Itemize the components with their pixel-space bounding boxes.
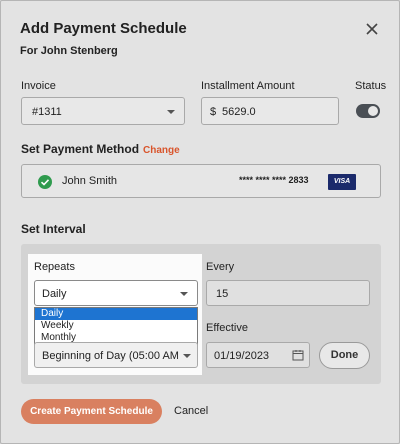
effective-time-select[interactable]: Beginning of Day (05:00 AM (34, 342, 198, 368)
create-payment-schedule-button[interactable]: Create Payment Schedule (21, 399, 162, 424)
customer-subtitle: For John Stenberg (20, 45, 118, 57)
repeats-label: Repeats (34, 261, 75, 273)
payment-method-title: Set Payment Method (21, 142, 140, 156)
repeats-select[interactable]: Daily (34, 280, 198, 306)
effective-date-value: 01/19/2023 (214, 350, 270, 362)
effective-date-input[interactable]: 01/19/2023 (206, 342, 310, 368)
card-number: **** **** **** 2833 (239, 175, 309, 185)
close-icon[interactable] (362, 19, 382, 39)
effective-label: Effective (206, 322, 248, 334)
payment-method-card[interactable]: John Smith **** **** **** 2833 VISA (21, 164, 381, 198)
repeats-value: Daily (42, 288, 67, 300)
chevron-down-icon (183, 354, 191, 358)
currency-symbol: $ (210, 106, 217, 118)
status-label: Status (355, 80, 387, 92)
invoice-select[interactable]: #1311 (21, 97, 185, 125)
change-payment-link[interactable]: Change (143, 145, 180, 156)
every-label: Every (206, 261, 235, 273)
installment-amount-input[interactable]: $ 5629.0 (201, 97, 339, 125)
invoice-label: Invoice (21, 80, 56, 92)
interval-heading: Set Interval (21, 222, 86, 236)
check-circle-icon (38, 175, 52, 189)
installment-label: Installment Amount (201, 80, 295, 92)
dialog-title: Add Payment Schedule (20, 20, 187, 37)
card-holder-name: John Smith (62, 175, 118, 187)
repeats-option-daily[interactable]: Daily (35, 308, 197, 320)
done-button[interactable]: Done (319, 342, 370, 369)
calendar-icon[interactable] (292, 349, 304, 364)
every-input[interactable]: 15 (206, 280, 370, 306)
repeats-dropdown: Daily Weekly Monthly (34, 307, 198, 345)
invoice-value: #1311 (32, 106, 62, 118)
status-toggle[interactable] (356, 104, 380, 118)
every-value: 15 (216, 288, 229, 300)
installment-value: 5629.0 (222, 106, 256, 118)
repeats-option-weekly[interactable]: Weekly (35, 320, 197, 332)
effective-time-value: Beginning of Day (05:00 AM (42, 350, 179, 362)
visa-icon: VISA (328, 174, 356, 190)
chevron-down-icon (180, 292, 188, 296)
toggle-knob (368, 106, 378, 116)
payment-method-heading: Set Payment Method Change (21, 142, 180, 156)
payment-schedule-dialog: Add Payment Schedule For John Stenberg I… (0, 0, 400, 444)
cancel-button[interactable]: Cancel (174, 405, 208, 417)
chevron-down-icon (167, 110, 175, 114)
